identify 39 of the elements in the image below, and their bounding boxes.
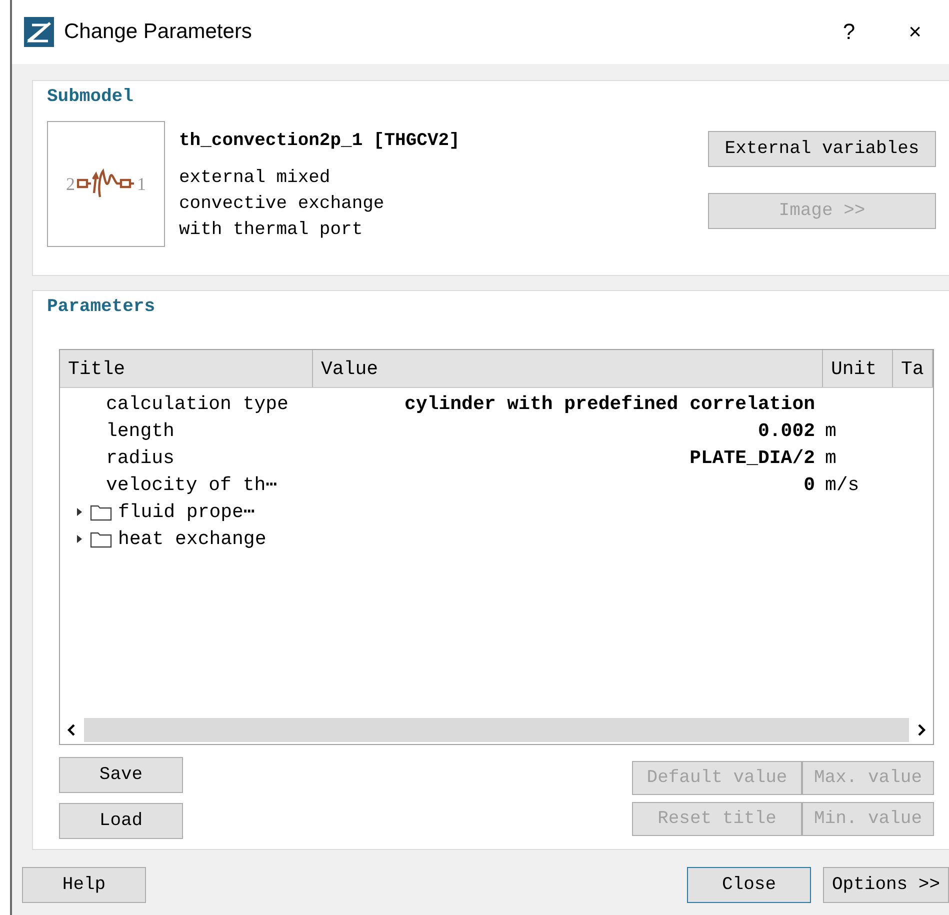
tree-item[interactable]: fluid prope⋯: [118, 500, 255, 523]
close-button[interactable]: ×: [887, 12, 943, 52]
parameter-value[interactable]: 0.002: [758, 420, 815, 442]
column-header[interactable]: Title: [60, 350, 313, 387]
tree-item[interactable]: heat exchange: [118, 528, 266, 550]
parameter-value[interactable]: 0: [804, 474, 815, 496]
parameter-value[interactable]: PLATE_DIA/2: [690, 446, 815, 468]
scroll-left-icon[interactable]: [66, 724, 76, 736]
parameter-value[interactable]: cylinder with predefined correlation: [404, 392, 815, 414]
save-button[interactable]: Save: [59, 757, 183, 793]
section-heading: Submodel: [47, 87, 134, 107]
parameter-title: calculation type: [106, 392, 288, 414]
expand-arrow-icon[interactable]: [74, 534, 84, 544]
submodel-description: external mixed convective exchange with thermal port: [179, 167, 386, 242]
parameter-title: velocity of th⋯: [106, 473, 278, 496]
folder-icon: [90, 502, 112, 520]
scroll-right-icon[interactable]: [917, 724, 927, 736]
external-variables-button[interactable]: External variables: [708, 131, 936, 167]
window-title: Change Parameters: [64, 20, 253, 44]
submodel-name: th_convection2p_1 [THGCV2]: [179, 131, 461, 151]
port-label: 2: [66, 174, 75, 194]
parameter-title: radius: [106, 446, 174, 468]
app-logo-icon: [24, 17, 54, 47]
column-header[interactable]: Ta: [893, 350, 933, 387]
folder-icon: [90, 530, 112, 548]
parameter-unit: m: [825, 420, 836, 442]
expand-arrow-icon[interactable]: [74, 506, 84, 516]
parameter-unit: m: [825, 446, 836, 468]
column-header[interactable]: Unit: [823, 350, 893, 387]
load-button[interactable]: Load: [59, 803, 183, 839]
parameter-title: length: [106, 420, 174, 442]
section-heading: Parameters: [47, 297, 156, 317]
close-button[interactable]: Close: [687, 867, 811, 903]
column-header[interactable]: Value: [313, 350, 823, 387]
parameter-unit: m/s: [825, 474, 860, 496]
port-label: 1: [137, 174, 146, 194]
help-button[interactable]: ?: [821, 12, 877, 52]
options-button[interactable]: Options >>: [823, 867, 949, 903]
help-button[interactable]: Help: [22, 867, 146, 903]
